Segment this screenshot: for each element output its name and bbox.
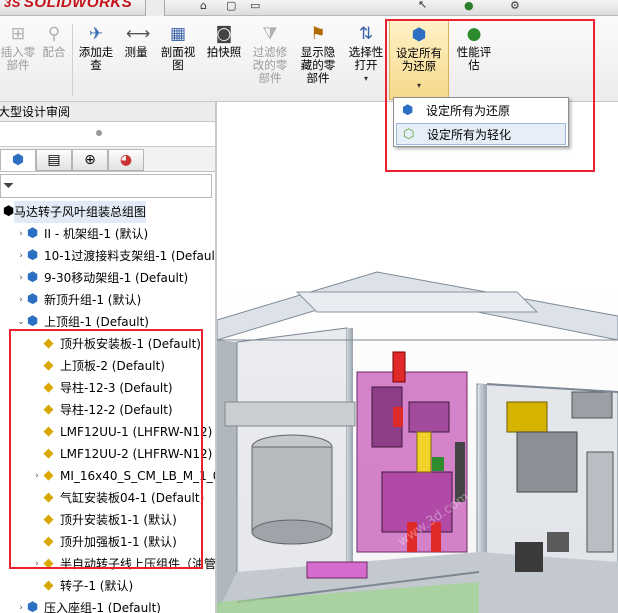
yellow-box: [506, 401, 548, 433]
tree-item[interactable]: › ⬢ 新顶升组-1 (默认): [0, 289, 215, 311]
bowl-feeder: [251, 446, 333, 533]
selective-open-icon: ⇅: [358, 24, 374, 44]
subassembly-icon: ⬢: [26, 600, 39, 613]
snapshot-button[interactable]: ◙ 拍快照: [202, 20, 246, 100]
top-plate: [295, 291, 539, 313]
walkthrough-icon: ✈: [88, 24, 104, 44]
tree-item-label: 10-1过渡接料支架组-1 (Default): [44, 249, 215, 263]
insert-components-label: 插入零 部件: [0, 45, 36, 72]
mate-button[interactable]: ⚲ 配合: [38, 20, 70, 100]
filter-modified-icon: ⧩: [262, 24, 278, 44]
tree-item-label: 压入座组-1 (Default): [44, 601, 161, 613]
measure-icon: ⟷: [126, 24, 151, 44]
subassembly-icon: ⬢: [26, 248, 39, 263]
center-pillar: [347, 328, 353, 578]
mate-label: 配合: [42, 45, 66, 59]
panel-title: 大型设计审阅: [0, 102, 215, 122]
filter-modified-components-button[interactable]: ⧩ 过滤修 改的零 部件: [248, 20, 292, 100]
add-walkthrough-button[interactable]: ✈ 添加走 查: [76, 20, 116, 100]
subassembly-icon: ⬢: [26, 270, 39, 285]
add-walkthrough-label: 添加走 查: [78, 45, 114, 72]
home-icon[interactable]: ⌂: [200, 0, 207, 12]
color-wheel-icon: ◕: [119, 152, 133, 168]
section-view-icon: ▦: [169, 24, 187, 44]
cursor-icon[interactable]: ↖: [418, 0, 427, 11]
insert-components-icon: ⊞: [10, 24, 26, 44]
tree-item[interactable]: › ⬢ 10-1过渡接料支架组-1 (Default): [0, 245, 215, 267]
filter-icon: ⏷: [3, 178, 15, 194]
panel-splitter[interactable]: [96, 130, 102, 136]
traffic-light-icon[interactable]: ●: [464, 0, 474, 12]
snapshot-label: 拍快照: [206, 45, 242, 59]
assembly-icon: ⬢: [11, 152, 25, 168]
show-hidden-components-button[interactable]: ⚑ 显示隐 藏的零 部件: [296, 20, 340, 100]
tab-display-manager[interactable]: ◕: [108, 149, 144, 171]
measure-button[interactable]: ⟷ 测量: [118, 20, 154, 100]
title-menu-arrow[interactable]: [145, 0, 165, 16]
selective-open-label: 选择性 打开: [348, 45, 384, 72]
title-bar: 3S SOLIDWORKS ⌂ ▢ ▭ ↖ ● ⚙: [0, 0, 618, 16]
selective-open-button[interactable]: ⇅ 选择性 打开 ▾: [344, 20, 388, 100]
measure-label: 测量: [124, 45, 148, 59]
tree-item[interactable]: › ⬢ 9-30移动架组-1 (Default): [0, 267, 215, 289]
tree-root[interactable]: ⬢ 马达转子风叶组装总组图: [0, 201, 215, 223]
left-pillar: [217, 340, 237, 613]
filter-modified-label: 过滤修 改的零 部件: [252, 45, 288, 85]
section-view-button[interactable]: ▦ 剖面视 图: [156, 20, 200, 100]
graphics-viewport[interactable]: www.3d.com: [217, 102, 618, 613]
property-icon: ▤: [47, 152, 61, 168]
open-icon[interactable]: ▭: [250, 0, 260, 12]
highlight-frame-tree: [9, 329, 203, 569]
tree-item-label: II - 机架组-1 (默认): [44, 227, 149, 241]
tab-property-manager[interactable]: ▤: [36, 149, 72, 171]
tree-item-label: 9-30移动架组-1 (Default): [44, 271, 189, 285]
subassembly-icon: ⬢: [26, 226, 39, 241]
part-icon: ◆: [43, 578, 54, 593]
ribbon-separator: [72, 24, 73, 96]
tree-item[interactable]: › ⬢ 压入座组-1 (Default): [0, 597, 215, 613]
subassembly-icon: ⬢: [26, 292, 39, 307]
tree-item-label: 新顶升组-1 (默认): [44, 293, 142, 307]
mate-icon: ⚲: [47, 24, 61, 44]
tree-item-label: 转子-1 (默认): [60, 579, 134, 593]
crosshair-icon: ⊕: [84, 152, 96, 168]
insert-components-button[interactable]: ⊞ 插入零 部件: [0, 20, 36, 100]
manager-tabs: ⬢ ▤ ⊕ ◕: [0, 146, 215, 172]
solidworks-logo: 3S SOLIDWORKS: [4, 0, 133, 11]
tree-item[interactable]: › ⬢ II - 机架组-1 (默认): [0, 223, 215, 245]
tree-item[interactable]: ◆ 转子-1 (默认): [0, 575, 215, 597]
tab-configuration-manager[interactable]: ⊕: [72, 149, 108, 171]
new-doc-icon[interactable]: ▢: [226, 0, 236, 12]
highlight-frame-ribbon: [385, 19, 595, 172]
tab-feature-manager[interactable]: ⬢: [0, 149, 36, 171]
section-view-label: 剖面视 图: [160, 45, 196, 72]
subassembly-icon: ⬢: [26, 314, 39, 329]
show-hidden-label: 显示隐 藏的零 部件: [300, 45, 336, 85]
show-hidden-icon: ⚑: [310, 24, 326, 44]
gear-icon[interactable]: ⚙: [510, 0, 520, 12]
camera-icon: ◙: [215, 24, 233, 44]
tree-filter-input[interactable]: ⏷: [0, 174, 212, 198]
chevron-down-icon[interactable]: ▾: [344, 72, 388, 85]
